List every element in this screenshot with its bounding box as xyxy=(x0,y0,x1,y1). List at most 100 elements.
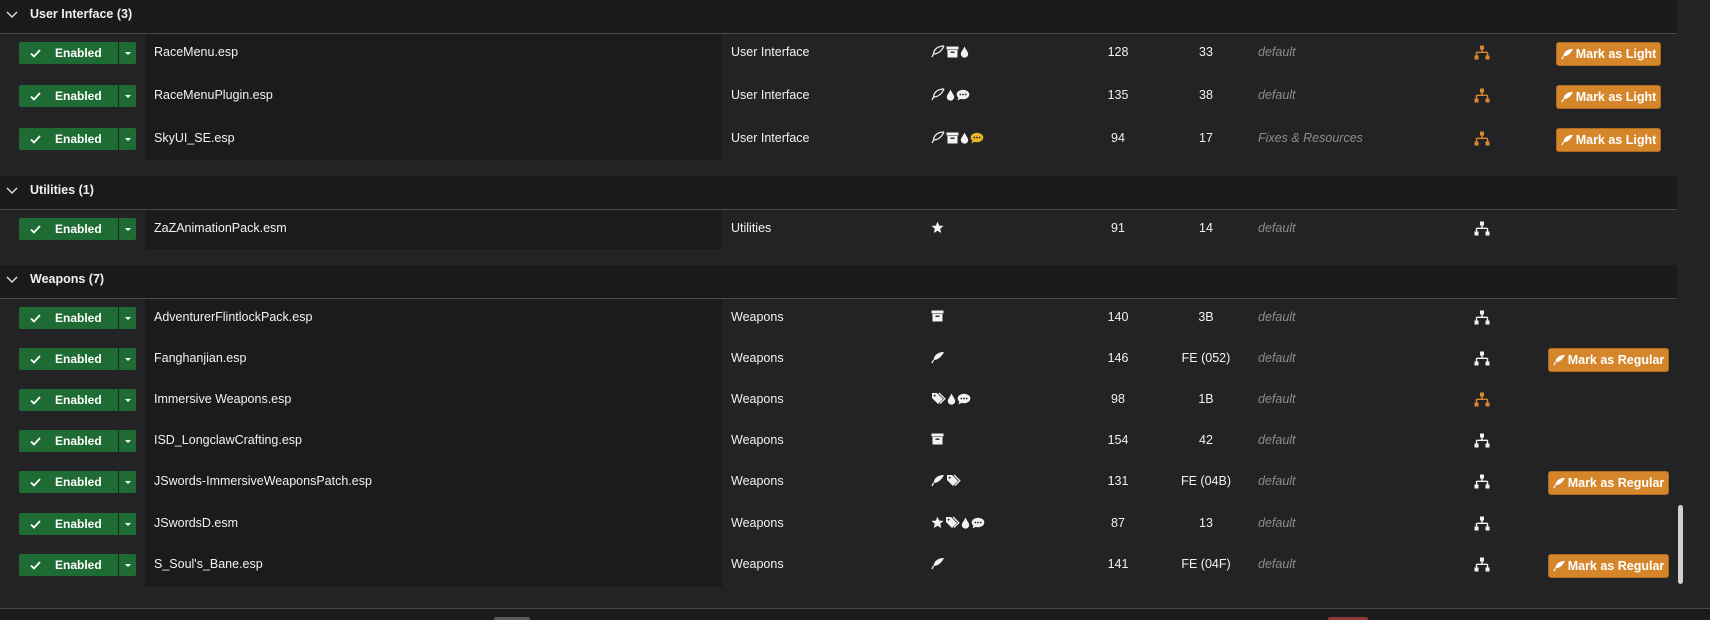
dependency-tree-icon[interactable] xyxy=(1474,88,1490,108)
load-order-index: 91 xyxy=(1111,221,1125,235)
dependency-tree-icon[interactable] xyxy=(1474,310,1490,330)
mark-as-light-button[interactable]: Mark as Light xyxy=(1556,42,1661,66)
enabled-label: Enabled xyxy=(55,434,102,448)
plugin-category: User Interface xyxy=(731,88,810,102)
plugin-row[interactable]: Enabled SkyUI_SE.esp User Interface 94 17 Fix… xyxy=(0,119,1677,160)
enabled-toggle-button[interactable]: Enabled xyxy=(19,389,118,411)
plugin-row[interactable]: Enabled JSwords-ImmersiveWeaponsPatch.esp… xyxy=(0,462,1677,503)
chevron-down-icon[interactable] xyxy=(4,182,20,198)
status-dropdown-button[interactable] xyxy=(119,389,136,411)
load-order-index: 98 xyxy=(1111,392,1125,406)
status-dropdown-button[interactable] xyxy=(119,348,136,370)
mark-button-label: Mark as Light xyxy=(1575,47,1657,61)
enabled-toggle-button[interactable]: Enabled xyxy=(19,307,118,329)
enabled-toggle-button[interactable]: Enabled xyxy=(19,430,118,452)
dependency-tree-icon[interactable] xyxy=(1474,45,1490,65)
group-header[interactable]: Weapons (7) xyxy=(0,265,1677,299)
mod-index: 17 xyxy=(1199,131,1213,145)
dependency-tree-icon[interactable] xyxy=(1474,474,1490,494)
enabled-toggle-button[interactable]: Enabled xyxy=(19,513,118,535)
check-icon xyxy=(30,224,48,234)
drop-icon xyxy=(960,132,969,144)
mark-as-regular-button[interactable]: Mark as Regular xyxy=(1548,471,1669,495)
enabled-toggle-button[interactable]: Enabled xyxy=(19,554,118,576)
archive-icon xyxy=(946,132,959,144)
enabled-label: Enabled xyxy=(55,46,102,60)
plugin-flags xyxy=(931,131,984,144)
group-title: Weapons (7) xyxy=(30,272,105,286)
mark-as-light-button[interactable]: Mark as Light xyxy=(1556,128,1661,152)
mod-index: 42 xyxy=(1199,433,1213,447)
archive-icon xyxy=(946,46,959,58)
plugin-category: Weapons xyxy=(731,557,784,571)
enabled-toggle-button[interactable]: Enabled xyxy=(19,128,118,150)
group-header[interactable]: User Interface (3) xyxy=(0,0,1677,34)
plugin-row[interactable]: Enabled AdventurerFlintlockPack.esp Weapon… xyxy=(0,298,1677,339)
status-dropdown-button[interactable] xyxy=(119,430,136,452)
status-dropdown-button[interactable] xyxy=(119,307,136,329)
mark-button-label: Mark as Regular xyxy=(1567,476,1665,490)
check-icon xyxy=(30,48,48,58)
plugin-row[interactable]: Enabled RaceMenuPlugin.esp User Interface 1… xyxy=(0,76,1677,117)
mark-as-light-button[interactable]: Mark as Light xyxy=(1556,85,1661,109)
dependency-tree-icon[interactable] xyxy=(1474,516,1490,536)
dependency-tree-icon[interactable] xyxy=(1474,557,1490,577)
plugin-flags xyxy=(931,221,944,234)
plugin-flags xyxy=(931,516,985,529)
chevron-down-icon[interactable] xyxy=(4,6,20,22)
plugin-row[interactable]: Enabled JSwordsD.esm Weapons 87 13 default xyxy=(0,504,1677,545)
plugin-flags xyxy=(931,310,944,322)
drop-icon xyxy=(961,517,970,529)
mark-as-regular-button[interactable]: Mark as Regular xyxy=(1548,554,1669,578)
plugin-flags xyxy=(931,45,969,58)
plugin-name: S_Soul's_Bane.esp xyxy=(154,557,263,571)
dependency-tree-icon[interactable] xyxy=(1474,392,1490,412)
plugin-row[interactable]: Enabled S_Soul's_Bane.esp Weapons 141 FE (04… xyxy=(0,545,1677,586)
plugin-row[interactable]: Enabled ZaZAnimationPack.esm Utilities 91 14… xyxy=(0,209,1677,250)
plugin-name: Fanghanjian.esp xyxy=(154,351,247,365)
group-header[interactable]: Utilities (1) xyxy=(0,176,1677,210)
scrollbar-thumb[interactable] xyxy=(1678,505,1683,584)
enabled-toggle-button[interactable]: Enabled xyxy=(19,85,118,107)
check-icon xyxy=(30,313,48,323)
load-order-index: 131 xyxy=(1107,474,1129,488)
chevron-down-icon[interactable] xyxy=(4,271,20,287)
mod-index: FE (052) xyxy=(1181,351,1231,365)
status-dropdown-button[interactable] xyxy=(119,128,136,150)
enabled-label: Enabled xyxy=(55,222,102,236)
enabled-toggle-button[interactable]: Enabled xyxy=(19,348,118,370)
plugin-name: RaceMenu.esp xyxy=(154,45,239,59)
dependency-tree-icon[interactable] xyxy=(1474,433,1490,453)
status-dropdown-button[interactable] xyxy=(119,471,136,493)
load-order-index: 128 xyxy=(1107,45,1129,59)
plugin-profile: default xyxy=(1258,474,1296,488)
plugin-row[interactable]: Enabled Fanghanjian.esp Weapons 146 FE (052)… xyxy=(0,339,1677,380)
plugin-row[interactable]: Enabled ISD_LongclawCrafting.esp Weapons 15… xyxy=(0,421,1677,462)
plugin-name: JSwordsD.esm xyxy=(154,516,239,530)
drop-icon xyxy=(947,393,956,405)
plugin-flags xyxy=(931,474,961,487)
dependency-tree-icon[interactable] xyxy=(1474,131,1490,151)
status-dropdown-button[interactable] xyxy=(119,513,136,535)
enabled-toggle-button[interactable]: Enabled xyxy=(19,42,118,64)
dependency-tree-icon[interactable] xyxy=(1474,351,1490,371)
feather-icon xyxy=(1561,134,1574,146)
enabled-label: Enabled xyxy=(55,311,102,325)
dependency-tree-icon[interactable] xyxy=(1474,221,1490,241)
status-dropdown-button[interactable] xyxy=(119,554,136,576)
plugin-name: Immersive Weapons.esp xyxy=(154,392,292,406)
plugin-row[interactable]: Enabled Immersive Weapons.esp Weapons 98 1B d… xyxy=(0,380,1677,421)
mark-button-label: Mark as Light xyxy=(1575,133,1657,147)
plugin-row[interactable]: Enabled RaceMenu.esp User Interface 128 33 de… xyxy=(0,33,1677,74)
check-icon xyxy=(30,519,48,529)
enabled-label: Enabled xyxy=(55,475,102,489)
enabled-label: Enabled xyxy=(55,393,102,407)
enabled-toggle-button[interactable]: Enabled xyxy=(19,471,118,493)
status-dropdown-button[interactable] xyxy=(119,218,136,240)
mark-as-regular-button[interactable]: Mark as Regular xyxy=(1548,348,1669,372)
status-dropdown-button[interactable] xyxy=(119,85,136,107)
enabled-toggle-button[interactable]: Enabled xyxy=(19,218,118,240)
plugin-flags xyxy=(931,433,944,445)
status-dropdown-button[interactable] xyxy=(119,42,136,64)
plugin-category: Weapons xyxy=(731,516,784,530)
